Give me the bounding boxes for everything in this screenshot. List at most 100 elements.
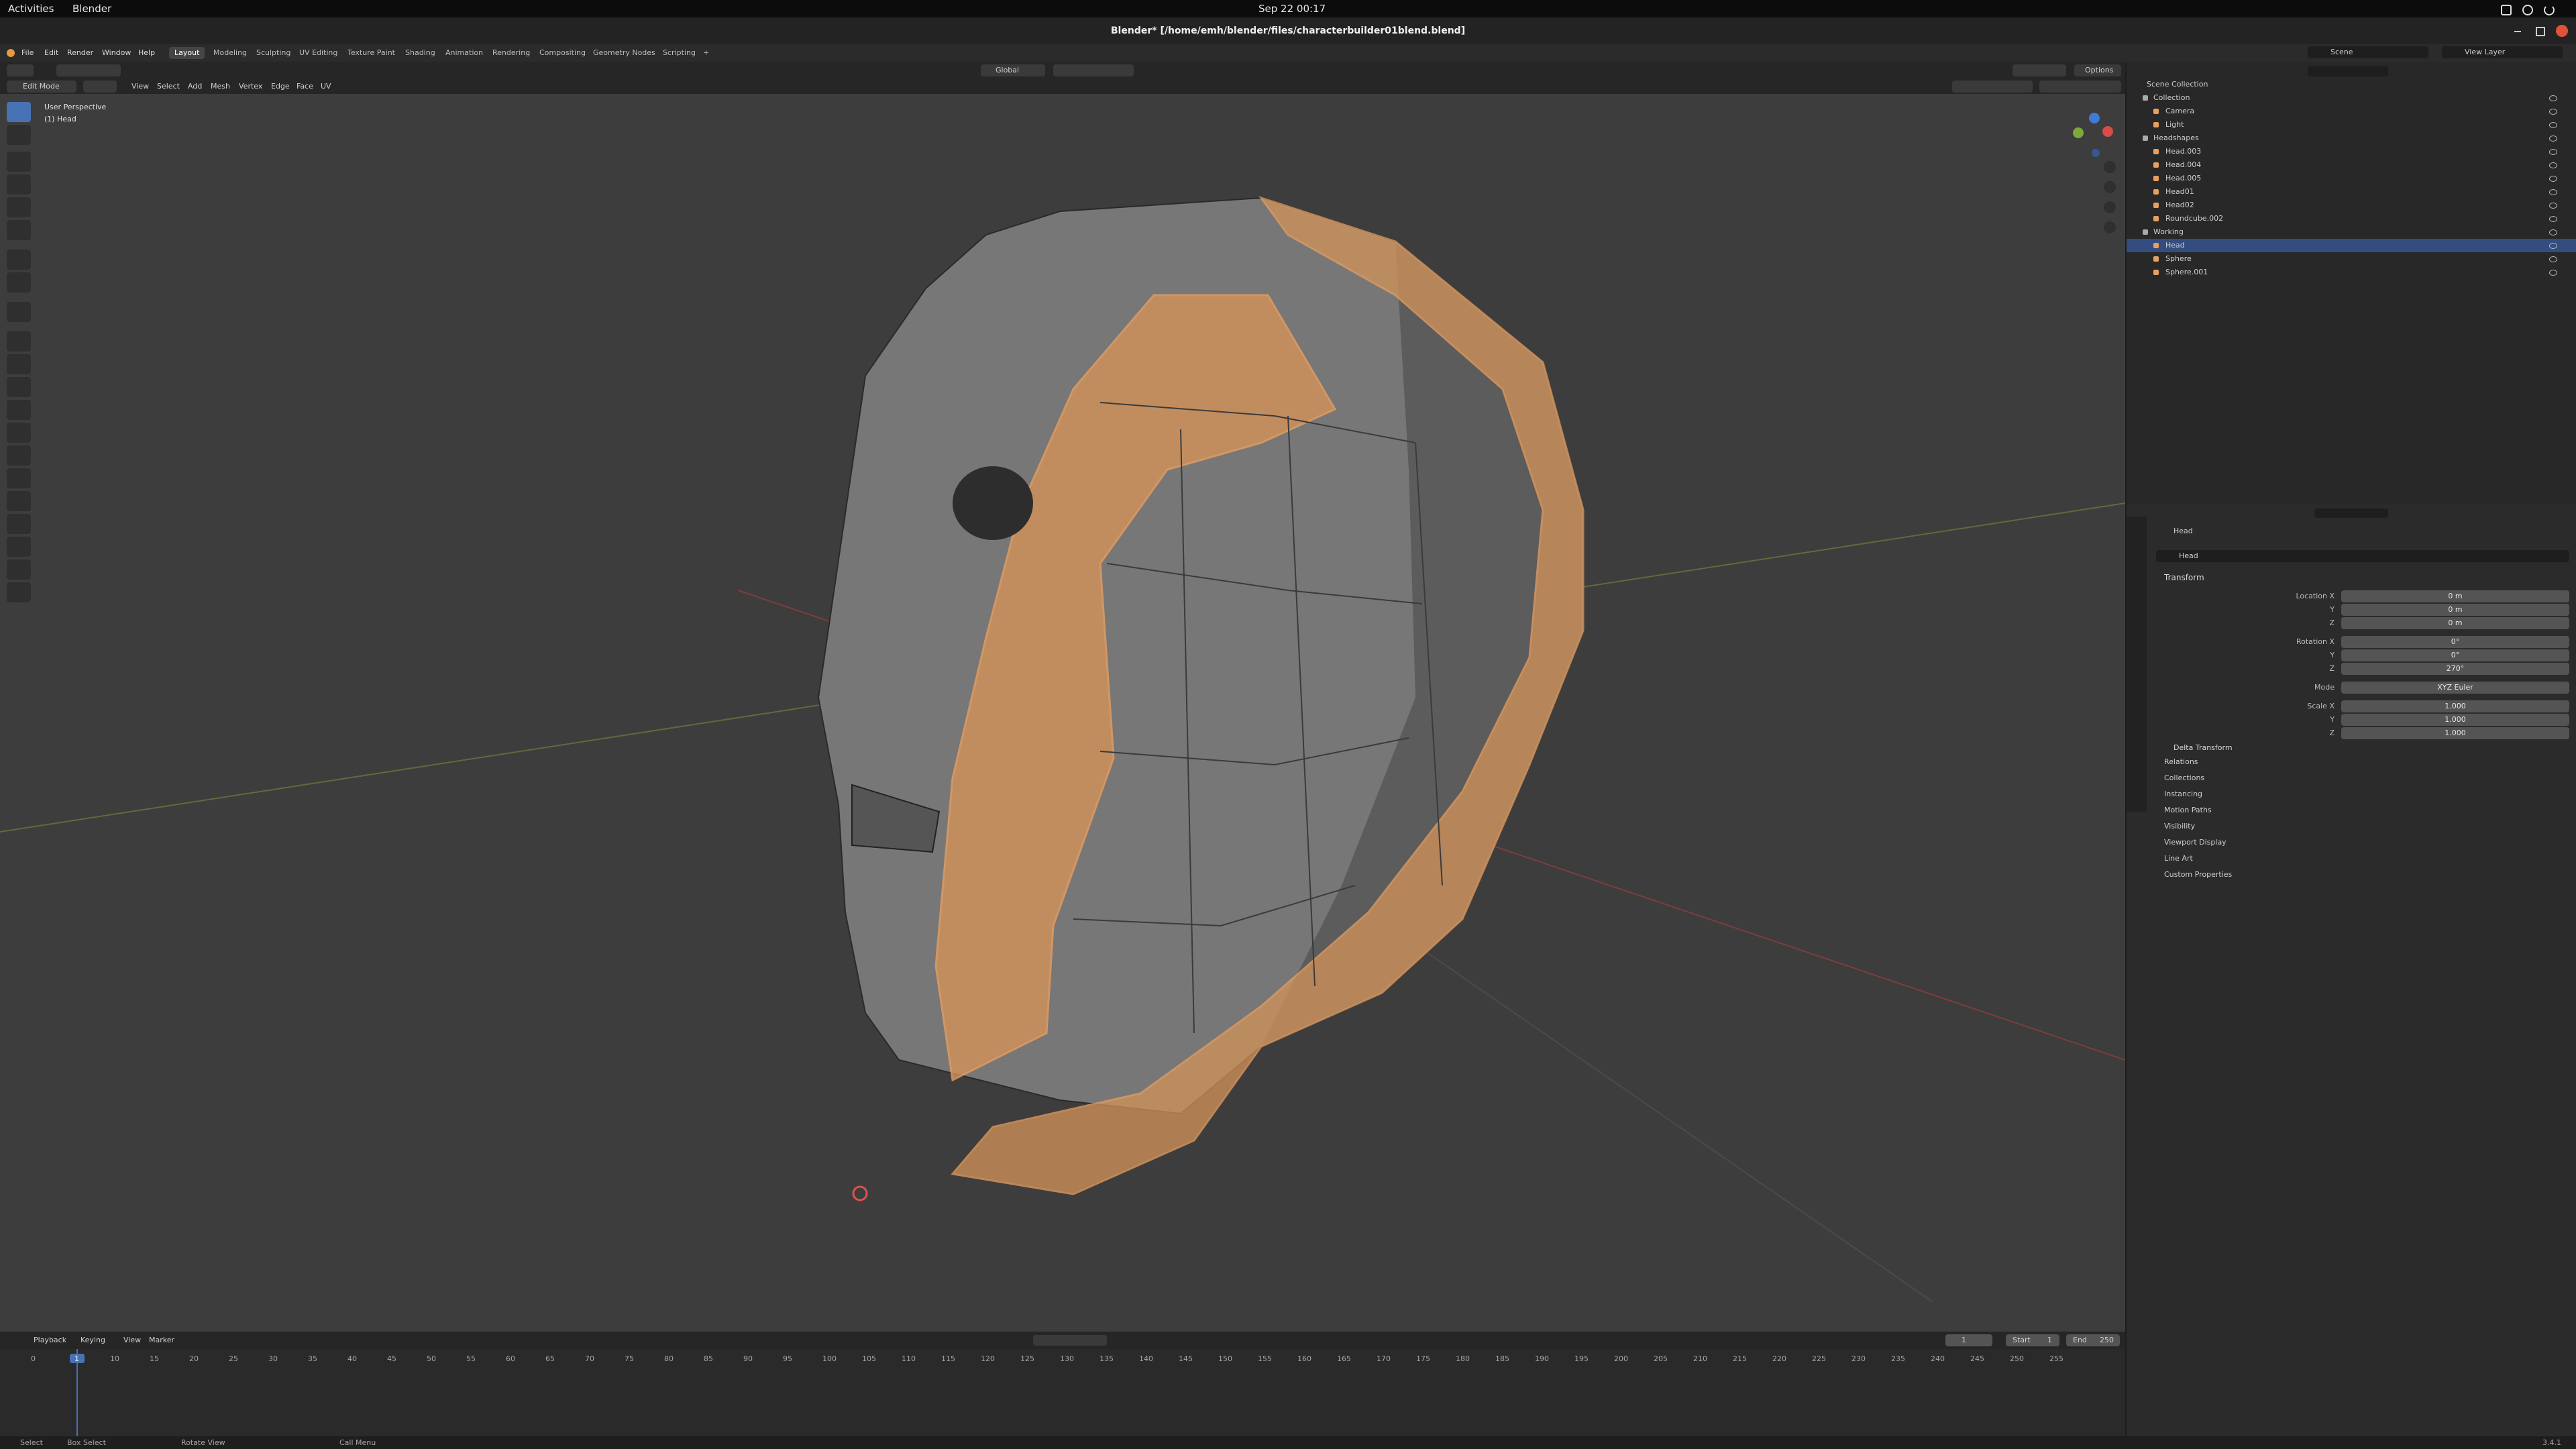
tab-modeling[interactable]: Modeling xyxy=(208,47,252,59)
mode-dropdown[interactable]: Edit Mode xyxy=(7,80,76,93)
timeline-keying-menu[interactable]: Keying xyxy=(80,1335,105,1346)
menu-window[interactable]: Window xyxy=(102,44,131,62)
transform-tool-icon[interactable] xyxy=(7,220,31,240)
property-field[interactable]: 270° xyxy=(2341,663,2569,675)
cursor-tool-icon[interactable] xyxy=(7,125,31,145)
tab-shading[interactable]: Shading xyxy=(400,47,441,59)
zoom-icon[interactable] xyxy=(2104,161,2116,173)
snapping-buttons[interactable] xyxy=(1053,64,1134,76)
menu-uv[interactable]: UV xyxy=(321,81,331,92)
menu-edit[interactable]: Edit xyxy=(44,44,58,62)
timeline-marker-menu[interactable]: Marker xyxy=(149,1335,174,1346)
menu-render[interactable]: Render xyxy=(67,44,93,62)
visibility-eye-icon[interactable] xyxy=(2549,109,2557,115)
scale-tool-icon[interactable] xyxy=(7,197,31,217)
property-field[interactable]: 0 m xyxy=(2341,604,2569,616)
editor-type-icon[interactable] xyxy=(7,64,34,76)
add-workspace-button[interactable]: + xyxy=(698,47,714,59)
outliner-search-input[interactable] xyxy=(2308,66,2388,76)
timeline-view-menu[interactable]: View xyxy=(123,1335,141,1346)
visibility-eye-icon[interactable] xyxy=(2549,203,2557,209)
tab-compositing[interactable]: Compositing xyxy=(534,47,591,59)
outliner-item[interactable]: Camera xyxy=(2127,105,2576,118)
end-frame-field[interactable]: End 250 xyxy=(2066,1334,2120,1346)
menu-edge[interactable]: Edge xyxy=(271,81,290,92)
app-menu[interactable]: Blender xyxy=(72,0,111,17)
select-mode-buttons[interactable] xyxy=(56,64,121,76)
shading-buttons[interactable] xyxy=(2039,80,2121,93)
collapsed-panel-header[interactable]: Viewport Display xyxy=(2164,839,2226,847)
start-frame-field[interactable]: Start 1 xyxy=(2006,1334,2059,1346)
menu-help[interactable]: Help xyxy=(138,44,155,62)
menu-add[interactable]: Add xyxy=(188,81,202,92)
playhead-frame-badge[interactable]: 1 xyxy=(70,1354,85,1363)
property-field[interactable]: XYZ Euler xyxy=(2341,682,2569,694)
visibility-eye-icon[interactable] xyxy=(2549,189,2557,195)
close-icon[interactable] xyxy=(2556,25,2568,37)
collapsed-panel-header[interactable]: Relations xyxy=(2164,758,2198,766)
measure-tool-icon[interactable] xyxy=(7,272,31,292)
extrude-tool-icon[interactable] xyxy=(7,331,31,352)
minimize-icon[interactable] xyxy=(2514,31,2521,32)
xyz-mirror-buttons[interactable] xyxy=(2012,64,2066,76)
tab-texture-paint[interactable]: Texture Paint xyxy=(342,47,400,59)
tab-animation[interactable]: Animation xyxy=(440,47,488,59)
tab-rendering[interactable]: Rendering xyxy=(487,47,535,59)
tab-sculpting[interactable]: Sculpting xyxy=(251,47,296,59)
orientation-dropdown[interactable]: Global xyxy=(981,64,1045,76)
visibility-eye-icon[interactable] xyxy=(2549,122,2557,128)
visibility-eye-icon[interactable] xyxy=(2549,256,2557,262)
pan-icon[interactable] xyxy=(2104,181,2116,193)
scene-selector[interactable]: Scene xyxy=(2308,46,2428,58)
visibility-eye-icon[interactable] xyxy=(2549,216,2557,222)
outliner-item[interactable]: Head01 xyxy=(2127,185,2576,199)
move-tool-icon[interactable] xyxy=(7,152,31,172)
visibility-eye-icon[interactable] xyxy=(2549,95,2557,101)
outliner-item[interactable]: Head02 xyxy=(2127,199,2576,212)
object-name-field[interactable]: Head xyxy=(2156,550,2569,562)
poly-build-tool-icon[interactable] xyxy=(7,445,31,466)
property-field[interactable]: 1.000 xyxy=(2341,700,2569,712)
rip-tool-icon[interactable] xyxy=(7,582,31,602)
tab-layout[interactable]: Layout xyxy=(169,47,205,59)
3d-viewport[interactable]: User Perspective (1) Head xyxy=(0,94,2125,1332)
collapsed-panel-header[interactable]: Visibility xyxy=(2164,822,2195,830)
outliner-item[interactable]: Head xyxy=(2127,239,2576,252)
select-mode-toggles[interactable] xyxy=(83,80,117,93)
activities-button[interactable]: Activities xyxy=(8,0,54,17)
outliner-item[interactable]: Head.003 xyxy=(2127,145,2576,158)
playback-controls[interactable] xyxy=(1033,1335,1107,1346)
tab-geometry-nodes[interactable]: Geometry Nodes xyxy=(588,47,661,59)
edge-slide-tool-icon[interactable] xyxy=(7,514,31,534)
outliner-item[interactable]: Headshapes xyxy=(2127,131,2576,145)
visibility-eye-icon[interactable] xyxy=(2549,176,2557,182)
outliner-item[interactable]: Collection xyxy=(2127,91,2576,105)
visibility-eye-icon[interactable] xyxy=(2549,243,2557,249)
property-field[interactable]: 0° xyxy=(2341,636,2569,648)
menu-file[interactable]: File xyxy=(21,44,34,62)
collapsed-panel-header[interactable]: Motion Paths xyxy=(2164,806,2212,814)
properties-search-input[interactable] xyxy=(2314,508,2388,518)
ortho-toggle-icon[interactable] xyxy=(2104,221,2116,233)
collapsed-panel-header[interactable]: Line Art xyxy=(2164,855,2193,863)
property-field[interactable]: 0 m xyxy=(2341,590,2569,602)
property-field[interactable]: 1.000 xyxy=(2341,727,2569,739)
timeline-playback-menu[interactable]: Playback xyxy=(34,1335,66,1346)
outliner-item[interactable]: Head.005 xyxy=(2127,172,2576,185)
property-field[interactable]: 0 m xyxy=(2341,617,2569,629)
properties-tabs[interactable] xyxy=(2127,517,2147,812)
maximize-icon[interactable] xyxy=(2536,27,2545,36)
add-cube-tool-icon[interactable] xyxy=(7,302,31,322)
property-field[interactable]: 1.000 xyxy=(2341,714,2569,726)
timeline-area[interactable]: 0510152025303540455055606570758085909510… xyxy=(0,1349,2125,1436)
collapsed-panel-header[interactable]: Custom Properties xyxy=(2164,871,2232,879)
options-dropdown[interactable]: Options xyxy=(2074,64,2121,76)
outliner-item[interactable]: Sphere xyxy=(2127,252,2576,266)
knife-tool-icon[interactable] xyxy=(7,423,31,443)
collapsed-panel-header[interactable]: Collections xyxy=(2164,774,2204,782)
spin-tool-icon[interactable] xyxy=(7,468,31,488)
visibility-eye-icon[interactable] xyxy=(2549,229,2557,235)
visibility-eye-icon[interactable] xyxy=(2549,149,2557,155)
outliner-item[interactable]: Sphere.001 xyxy=(2127,266,2576,279)
loop-cut-tool-icon[interactable] xyxy=(7,400,31,420)
